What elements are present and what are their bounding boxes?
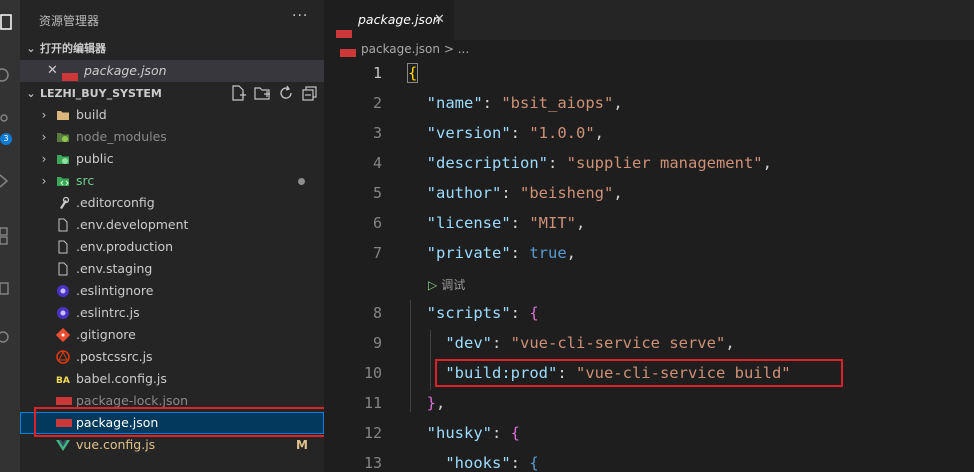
postcss-icon [56,350,70,364]
refresh-icon[interactable] [278,85,294,101]
explorer-icon[interactable] [0,12,20,34]
npm-file-icon [340,44,356,62]
explorer-sidebar: 资源管理器 ··· ⌄ 打开的编辑器 ✕ package.json ⌄ LEZH… [20,0,346,472]
babel-icon: BA [56,372,70,386]
file-icon [56,262,70,276]
run-debug-icon[interactable] [0,170,20,192]
tree-file-postcssrc[interactable]: .postcssrc.js [20,346,324,368]
code-line-6: "license": "MIT", [426,214,586,232]
modified-badge: M [296,438,308,452]
open-editor-item[interactable]: ✕ package.json [20,60,324,82]
code-line-1: { [406,63,419,83]
modified-dot [298,178,305,185]
code-line-11: }, [426,394,446,412]
tree-file-editorconfig[interactable]: .editorconfig [20,192,324,214]
more-actions-icon[interactable]: ··· [292,8,308,24]
chevron-down-icon: ⌄ [26,42,36,55]
source-control-icon[interactable] [0,112,20,134]
npm-file-icon [56,394,72,408]
line-number: 12 [363,424,382,442]
code-line-13: "hooks": { [445,454,539,472]
explorer-title: 资源管理器 [39,14,100,28]
tree-file-babel-config[interactable]: BA babel.config.js [20,368,324,390]
search-icon[interactable] [0,64,20,86]
new-folder-icon[interactable] [254,85,270,101]
tree-folder-src[interactable]: › src [20,170,324,192]
play-icon: ▷ [428,278,438,292]
gear-icon [56,196,70,210]
activity-bar: 3 [0,0,20,472]
editor-area: package.json ✕ package.json > ... 1 { 2 … [324,0,974,472]
tree-folder-public[interactable]: › public [20,148,324,170]
public-folder-icon [56,152,70,166]
tree-folder-node-modules[interactable]: › node_modules [20,126,324,148]
open-editors-header[interactable]: ⌄ 打开的编辑器 [20,38,324,60]
git-icon [55,327,71,343]
close-icon[interactable]: ✕ [434,0,445,40]
eslint-icon [56,306,70,320]
close-icon[interactable]: ✕ [47,60,58,82]
tab-bar: package.json ✕ [324,0,974,40]
file-icon [56,240,70,254]
tree-folder-build[interactable]: › build [20,104,324,126]
file-icon [56,218,70,232]
line-number: 1 [372,64,382,82]
testing-icon[interactable] [0,326,20,348]
tree-file-eslintrc[interactable]: .eslintrc.js [20,302,324,324]
code-line-2: "name": "bsit_aiops", [426,94,623,112]
code-line-5: "author": "beisheng", [426,184,623,202]
tree-file-env-staging[interactable]: .env.staging [20,258,324,280]
code-line-7: "private": true, [426,244,577,262]
chevron-right-icon: › [41,130,47,144]
code-line-8: "scripts": { [426,304,539,322]
tab-package-json[interactable]: package.json ✕ [324,0,454,40]
node-folder-icon [56,130,70,144]
chevron-right-icon: › [41,174,47,188]
tree-file-vue-config[interactable]: vue.config.js M [20,434,324,456]
tree-file-env-production[interactable]: .env.production [20,236,324,258]
line-number: 11 [363,394,382,412]
open-editor-label: package.json [84,63,167,78]
new-file-icon[interactable] [230,85,246,101]
remote-explorer-icon[interactable] [0,278,20,300]
source-control-badge: 3 [0,133,12,145]
line-number: 13 [363,454,382,472]
line-number: 6 [372,214,382,232]
code-line-9: "dev": "vue-cli-service serve", [445,334,735,352]
chevron-right-icon: › [41,152,47,166]
code-line-3: "version": "1.0.0", [426,124,605,142]
tree-file-env-development[interactable]: .env.development [20,214,324,236]
extensions-icon[interactable] [0,224,20,246]
line-number: 3 [372,124,382,142]
code-line-4: "description": "supplier management", [426,154,772,172]
code-line-12: "husky": { [426,424,521,442]
line-number: 8 [372,304,382,322]
highlight-box-build-prod [435,359,843,387]
chevron-down-icon: ⌄ [26,87,36,100]
line-number: 9 [372,334,382,352]
tree-file-gitignore[interactable]: .gitignore [20,324,324,346]
src-folder-icon [56,174,70,188]
line-number: 4 [372,154,382,172]
line-number: 10 [363,364,382,382]
eslint-icon [56,284,70,298]
debug-codelens[interactable]: ▷ 调试 [428,276,465,293]
highlight-box-package-json [34,407,346,437]
folder-icon [56,108,70,122]
line-number: 7 [372,244,382,262]
tree-file-eslintignore[interactable]: .eslintignore [20,280,324,302]
collapse-all-icon[interactable] [302,85,318,101]
line-number: 2 [372,94,382,112]
line-number: 5 [372,184,382,202]
vue-icon [56,438,70,452]
svg-text:BA: BA [56,376,70,386]
chevron-right-icon: › [41,108,47,122]
